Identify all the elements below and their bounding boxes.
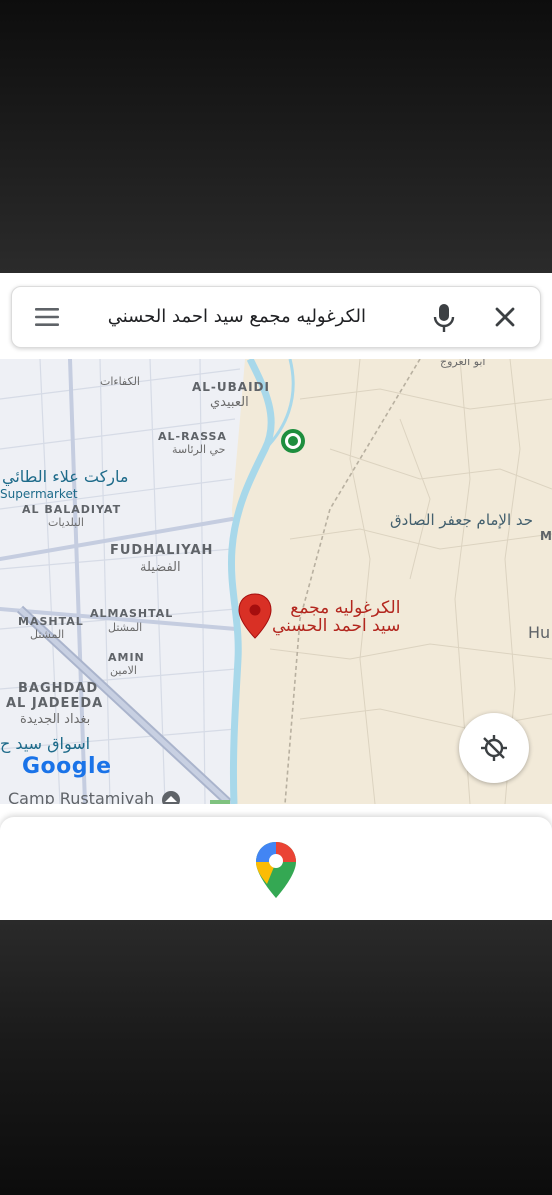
label-kafaat: الكفاءات	[100, 375, 140, 388]
label-aswaq[interactable]: اسواق سيد ح	[0, 734, 90, 753]
label-fudhaliyah-ar: الفضيلة	[140, 560, 181, 575]
label-amin: AMIN	[108, 651, 145, 664]
search-area: الكرغوليه مجمع سيد احمد الحسني	[0, 273, 552, 359]
label-al-baladiyat: AL BALADIYAT	[22, 503, 122, 516]
label-baghdad-2: AL JADEEDA	[6, 696, 104, 711]
my-location-off-icon	[481, 735, 507, 761]
photo-background-bottom	[0, 920, 552, 1195]
google-maps-icon	[254, 840, 298, 900]
photo-background-top	[0, 0, 552, 273]
label-camp-text: Camp Rustamiyah	[8, 789, 155, 804]
maps-screen: الكرغوليه مجمع سيد احمد الحسني ابو العرو…	[0, 273, 552, 920]
map-view[interactable]: ابو العروج الكفاءات AL-UBAIDI العبيدي AL…	[0, 359, 552, 804]
label-camp: Camp Rustamiyah	[8, 789, 183, 804]
label-al-baladiyat-ar: البلديات	[48, 516, 84, 529]
military-marker-icon	[162, 790, 181, 804]
menu-icon[interactable]	[34, 306, 60, 328]
label-al-rassa-ar: حي الرئاسة	[172, 443, 226, 456]
close-icon[interactable]	[492, 304, 518, 330]
label-fudhaliyah: FUDHALIYAH	[110, 543, 214, 558]
search-query-text[interactable]: الكرغوليه مجمع سيد احمد الحسني	[76, 287, 366, 347]
label-supermarket-en[interactable]: Supermarket	[0, 487, 78, 501]
google-attribution: Google	[22, 754, 112, 779]
label-hu: Hu	[528, 623, 551, 642]
label-almashtal-ar: المشتل	[108, 621, 143, 634]
label-al-ubaidi-ar: العبيدي	[210, 395, 249, 410]
label-mashtal: MASHTAL	[18, 615, 84, 628]
bottom-sheet[interactable]	[0, 817, 552, 920]
label-mashtal-ar: المشتل	[30, 628, 65, 641]
label-al-rassa: AL-RASSA	[158, 430, 227, 443]
label-almashtal: ALMASHTAL	[90, 607, 174, 620]
my-location-button[interactable]	[459, 713, 529, 783]
label-abu-arooj: ابو العروج	[440, 359, 486, 368]
pin-label-line2: سيد احمد الحسني	[272, 616, 401, 636]
pin-label-line1: الكرغوليه مجمع	[290, 598, 401, 618]
label-al-ubaidi: AL-UBAIDI	[192, 380, 270, 394]
red-location-pin[interactable]	[238, 593, 272, 639]
label-baghdad-1: BAGHDAD	[18, 681, 99, 696]
label-supermarket-ar[interactable]: ماركت علاء الطائي	[2, 467, 128, 486]
label-baghdad-ar: بغداد الجديدة	[20, 712, 91, 727]
label-imam-jaafar: حد الإمام جعفر الصادق	[390, 511, 534, 529]
green-place-marker[interactable]	[280, 428, 306, 454]
search-bar[interactable]: الكرغوليه مجمع سيد احمد الحسني	[11, 286, 541, 348]
mic-icon[interactable]	[430, 302, 458, 334]
pin-label[interactable]: الكرغوليه مجمع سيد احمد الحسني	[272, 599, 400, 635]
label-imam-letter: M	[540, 529, 552, 543]
label-amin-ar: الامين	[110, 664, 137, 677]
